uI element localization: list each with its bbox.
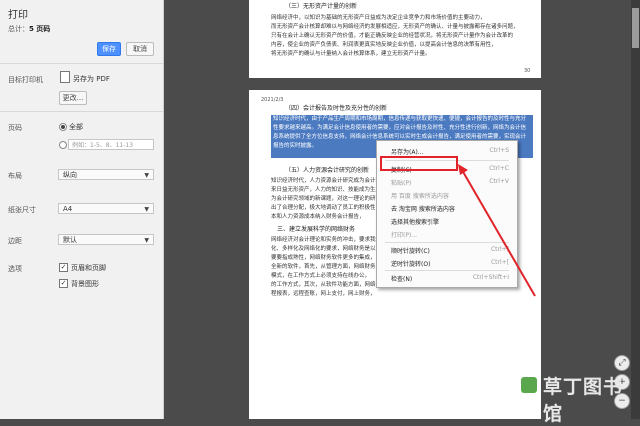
- annotation-arrow: [458, 164, 536, 297]
- scrollbar-thumb[interactable]: [632, 8, 639, 48]
- fit-page-icon[interactable]: ⤢: [614, 355, 630, 371]
- arrow-line: [461, 169, 536, 297]
- watermark-text: 草丁图书馆: [543, 376, 624, 425]
- watermark-logo-icon: [521, 377, 537, 393]
- scrollbar[interactable]: [631, 0, 640, 419]
